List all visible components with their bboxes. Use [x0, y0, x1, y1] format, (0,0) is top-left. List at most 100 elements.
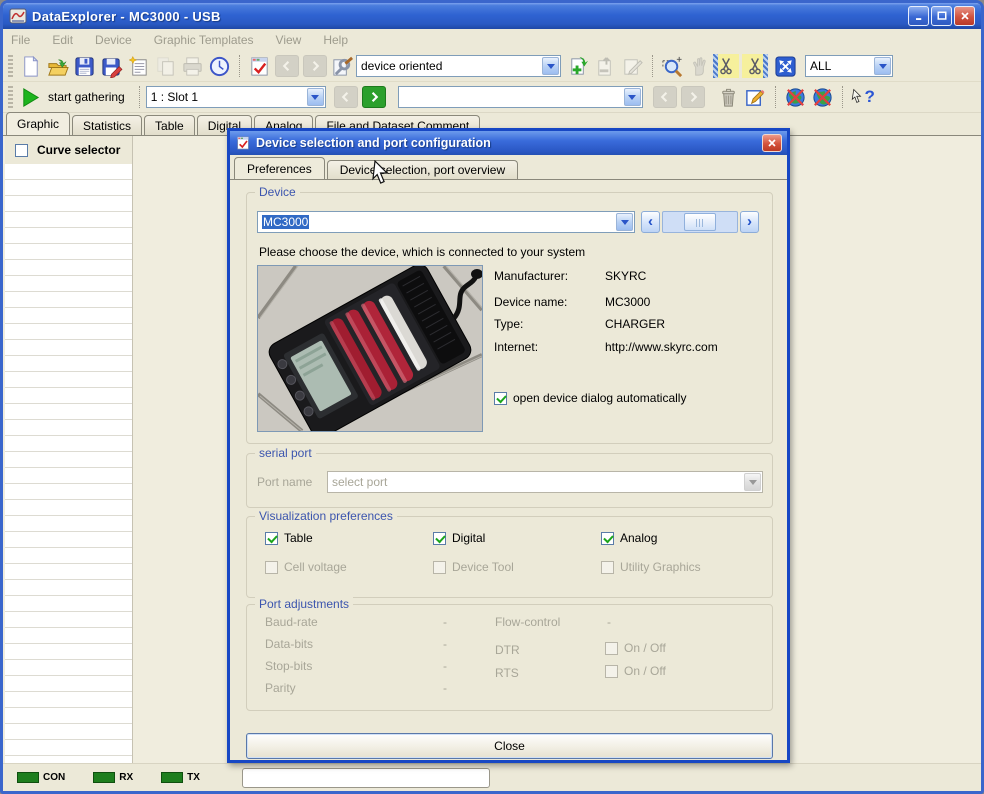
dialog-icon: [237, 136, 249, 150]
viz-analog-checkbox[interactable]: [601, 531, 614, 545]
device-group-label: Device: [255, 185, 300, 199]
dtr-checkbox: [605, 641, 618, 655]
slider-track[interactable]: [662, 211, 738, 233]
data-bits-label: Data-bits: [265, 637, 314, 651]
manufacturer-label: Manufacturer:: [494, 269, 569, 283]
offline-globe-icon[interactable]: [782, 84, 809, 111]
chevron-down-icon[interactable]: [306, 88, 324, 106]
port-adjustments-group-label: Port adjustments: [255, 597, 354, 611]
slot-combo[interactable]: 1 : Slot 1: [145, 86, 326, 108]
open-file-icon[interactable]: [44, 53, 71, 80]
time-icon[interactable]: [206, 53, 233, 80]
internet-value: http://www.skyrc.com: [605, 340, 718, 354]
internet-label: Internet:: [494, 340, 539, 354]
dialog-body: Device MC3000 Please choose the device, …: [230, 179, 787, 760]
tx-indicator: [161, 772, 184, 783]
auto-open-checkbox[interactable]: [494, 391, 507, 405]
curve-list[interactable]: [5, 164, 132, 763]
scope-combo[interactable]: ALL: [805, 55, 893, 77]
menu-file[interactable]: File: [11, 33, 30, 47]
pan-hand-icon: [686, 53, 713, 80]
edit-comment-icon[interactable]: [742, 84, 769, 111]
viz-table-label: Table: [284, 531, 313, 545]
next-record-icon[interactable]: [361, 86, 386, 108]
viz-cell-voltage-label: Cell voltage: [284, 560, 347, 574]
tab-table[interactable]: Table: [144, 115, 195, 135]
add-record-icon[interactable]: [565, 53, 592, 80]
scope-value: ALL: [810, 59, 832, 73]
port-name-value: select port: [332, 475, 388, 489]
fit-window-icon[interactable]: [772, 53, 799, 80]
chevron-down-icon[interactable]: [616, 213, 633, 231]
viz-table-row: Table: [265, 531, 313, 545]
slider-left-icon[interactable]: [641, 211, 660, 233]
rx-indicator: [93, 772, 116, 783]
delete-record-icon[interactable]: [715, 84, 742, 111]
port-name-combo: select port: [327, 471, 763, 493]
back-icon: [275, 55, 299, 77]
port-adjustments-group: Port adjustments Baud-rate - Data-bits -…: [246, 597, 773, 711]
hatch-strip: [763, 54, 768, 78]
curve-selector-checkbox[interactable]: [15, 143, 28, 157]
toolbar-grip: [8, 55, 13, 77]
tx-label: TX: [187, 772, 200, 783]
menu-help[interactable]: Help: [323, 33, 348, 47]
serial-port-group-label: serial port: [255, 446, 316, 460]
menubar: File Edit Device Graphic Templates View …: [3, 29, 981, 51]
toolbar-separator: [239, 55, 240, 77]
start-gathering-label[interactable]: start gathering: [48, 90, 125, 104]
close-button[interactable]: [954, 6, 975, 26]
prev-graph-icon: [652, 86, 677, 108]
viz-table-checkbox[interactable]: [265, 531, 278, 545]
tool-settings-icon[interactable]: [329, 53, 356, 80]
tab-statistics[interactable]: Statistics: [72, 115, 143, 135]
cut-left-icon[interactable]: [713, 54, 739, 78]
tab-graphic[interactable]: Graphic: [6, 112, 71, 135]
record-name-combo[interactable]: [397, 86, 643, 108]
save-as-icon[interactable]: [98, 53, 125, 80]
cut-right-icon[interactable]: [742, 54, 768, 78]
dialog-close-icon[interactable]: [762, 134, 782, 152]
chevron-down-icon[interactable]: [623, 88, 641, 106]
device-oriented-combo[interactable]: device oriented: [356, 55, 561, 77]
slider-right-icon[interactable]: [740, 211, 759, 233]
new-file-icon[interactable]: [17, 53, 44, 80]
app-window: DataExplorer - MC3000 - USB File Edit De…: [0, 0, 984, 794]
menu-edit[interactable]: Edit: [52, 33, 73, 47]
baud-rate-value: -: [443, 615, 447, 629]
serial-port-group: serial port Port name select port: [246, 446, 773, 508]
context-help-icon[interactable]: [849, 84, 876, 111]
dialog-tab-preferences[interactable]: Preferences: [234, 157, 325, 179]
minimize-button[interactable]: [908, 6, 929, 26]
dialog-title: Device selection and port configuration: [256, 136, 491, 150]
menu-view[interactable]: View: [276, 33, 302, 47]
toolbar-grip: [8, 86, 13, 108]
toolbar-separator: [138, 86, 140, 108]
zoom-select-icon[interactable]: [659, 53, 686, 80]
rx-label: RX: [119, 772, 134, 783]
device-oriented-value: device oriented: [361, 59, 443, 73]
menu-graphic-templates[interactable]: Graphic Templates: [154, 33, 254, 47]
slider-thumb[interactable]: [684, 213, 716, 231]
chevron-down-icon[interactable]: [874, 57, 891, 75]
device-combo[interactable]: MC3000: [257, 211, 635, 233]
dialog-tab-port-overview[interactable]: Device selection, port overview: [326, 160, 519, 179]
viz-digital-checkbox[interactable]: [433, 531, 446, 545]
titlebar: DataExplorer - MC3000 - USB: [3, 3, 981, 29]
viz-analog-label: Analog: [620, 531, 658, 545]
device-selection-icon[interactable]: [246, 53, 273, 80]
auto-open-label: open device dialog automatically: [513, 391, 687, 405]
rts-label: RTS: [495, 666, 519, 680]
menu-device[interactable]: Device: [95, 33, 132, 47]
device-combo-value: MC3000: [262, 215, 310, 229]
start-gathering-button[interactable]: [17, 84, 44, 111]
chevron-down-icon[interactable]: [542, 57, 559, 75]
offline-globe2-icon[interactable]: [809, 84, 836, 111]
type-value: CHARGER: [605, 317, 666, 331]
maximize-button[interactable]: [931, 6, 952, 26]
save-icon[interactable]: [71, 53, 98, 80]
toolbar-separator: [841, 86, 843, 108]
type-label: Type:: [494, 317, 524, 331]
dialog-close-button[interactable]: Close: [246, 733, 773, 759]
new-template-icon[interactable]: [125, 53, 152, 80]
